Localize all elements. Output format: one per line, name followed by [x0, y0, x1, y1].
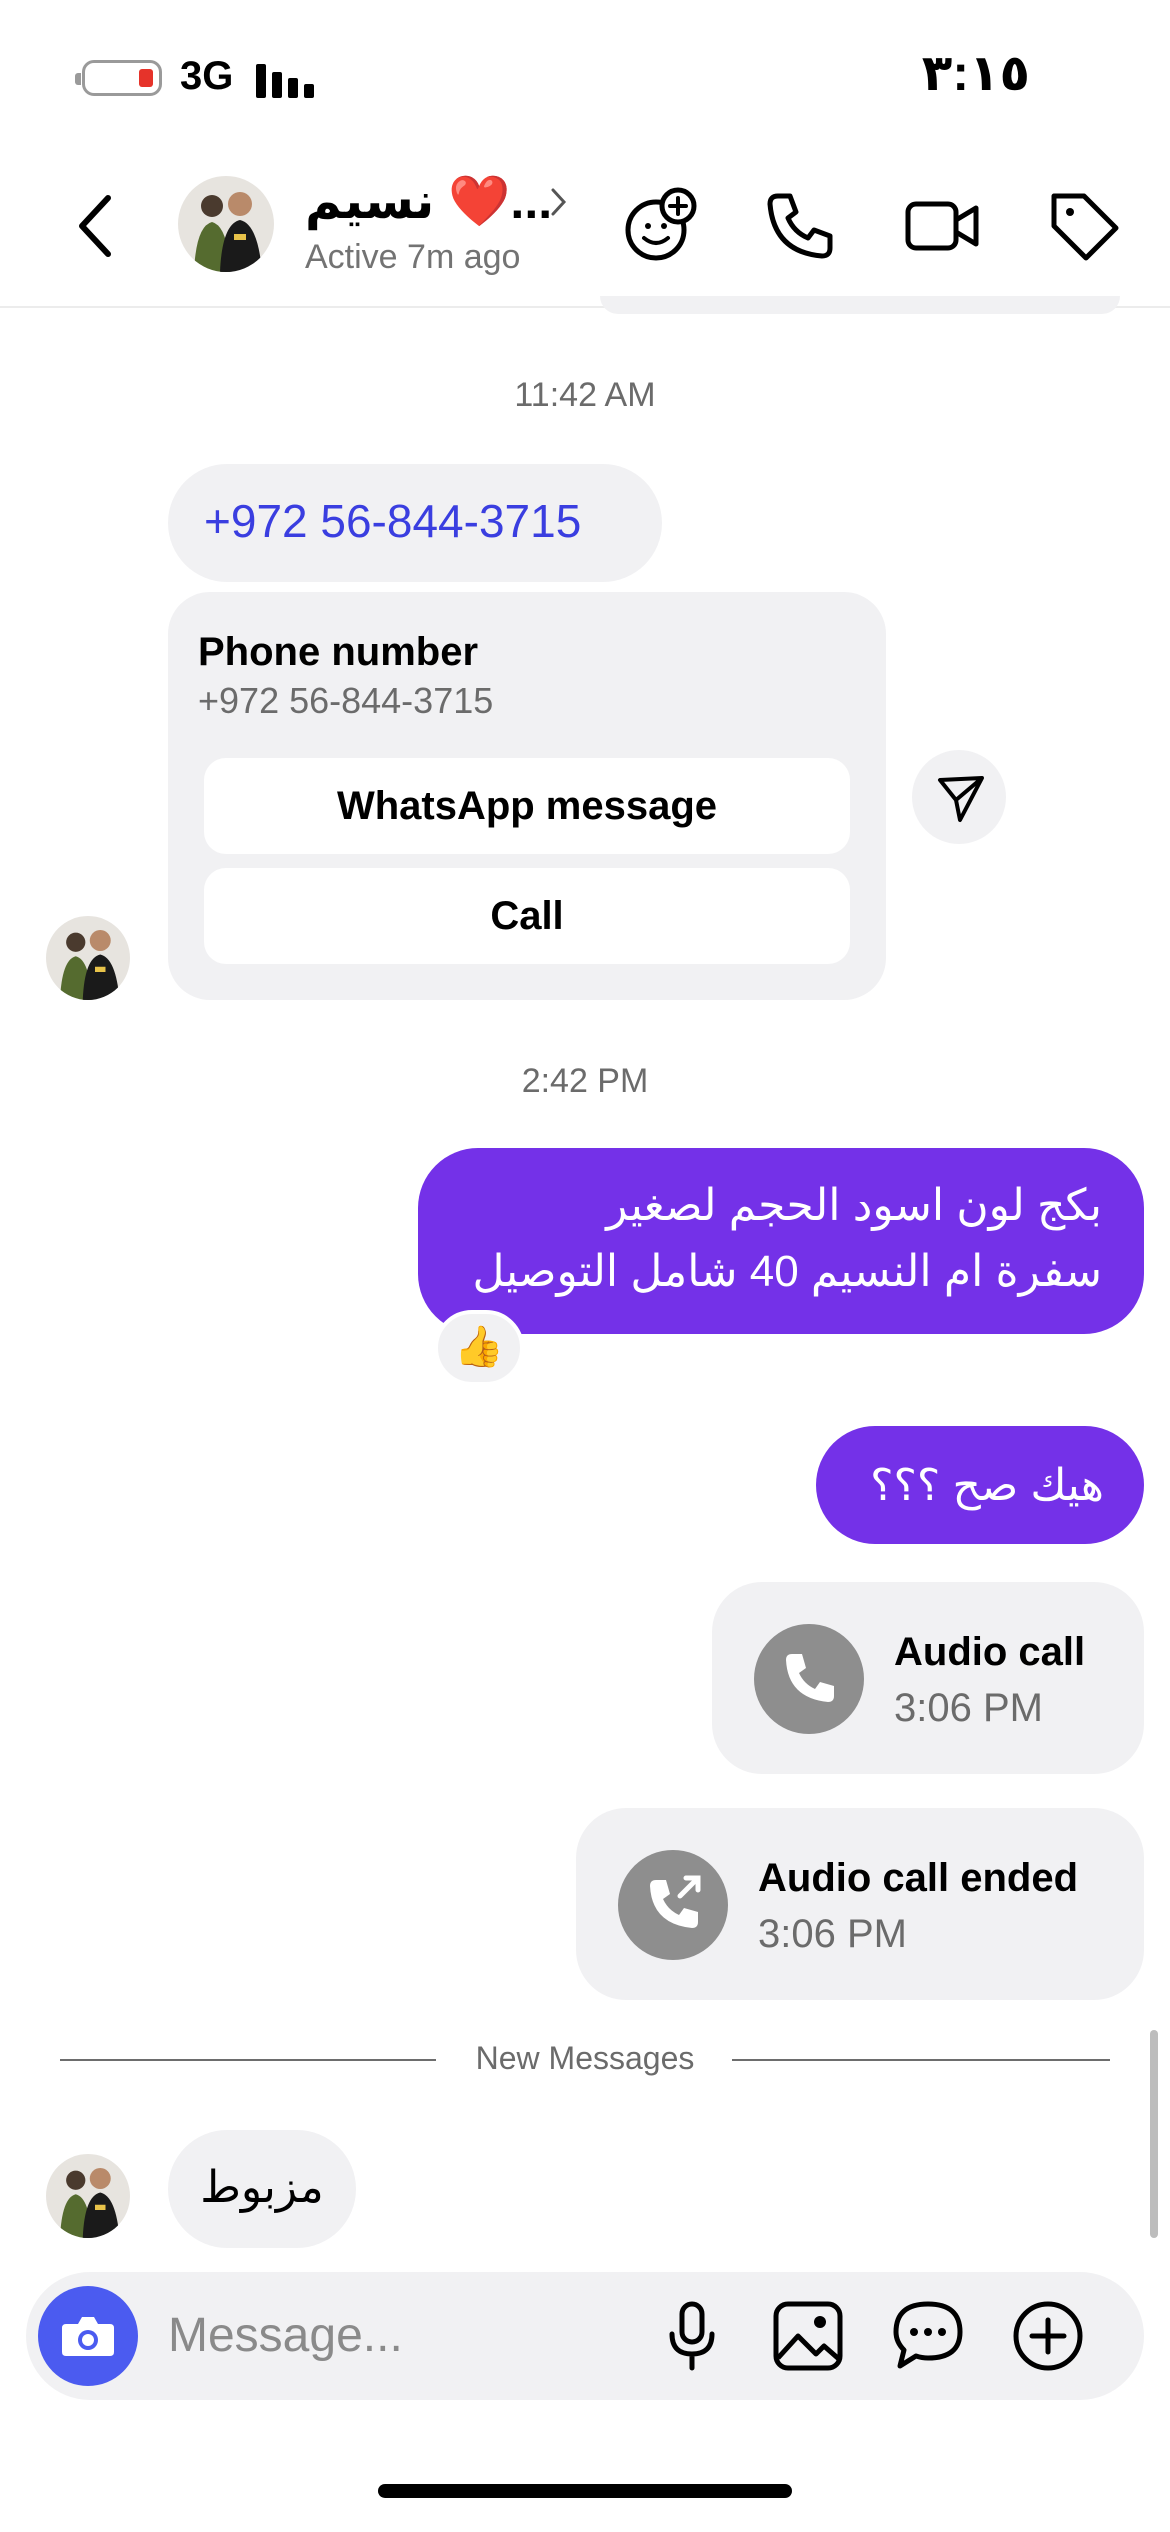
message-text: مزبوط [200, 2163, 324, 2212]
audio-call-message[interactable]: Audio call 3:06 PM [712, 1582, 1144, 1774]
call-label: Audio call [894, 1630, 1086, 1674]
share-icon[interactable] [912, 750, 1006, 844]
image-icon[interactable] [770, 2298, 846, 2374]
message-line: بكج لون اسود الحجم لصغير [606, 1181, 1102, 1230]
network-type: 3G [180, 54, 234, 98]
thumbs-up-reaction[interactable]: 👍 [434, 1310, 524, 1386]
message-text: هيك صح ؟؟؟ [870, 1461, 1104, 1510]
sender-avatar[interactable] [46, 2154, 130, 2238]
call-time: 3:06 PM [894, 1686, 1043, 1730]
microphone-icon[interactable] [654, 2298, 730, 2374]
signal-icon [256, 58, 316, 98]
call-button[interactable]: Call [204, 868, 850, 964]
audio-call-ended-message[interactable]: Audio call ended 3:06 PM [576, 1808, 1144, 2000]
camera-icon[interactable] [38, 2286, 138, 2386]
sender-avatar[interactable] [46, 916, 130, 1000]
sent-message[interactable]: هيك صح ؟؟؟ [816, 1426, 1144, 1544]
contact-name[interactable]: نسيم ❤️... [305, 172, 552, 231]
phone-number-card: Phone number +972 56-844-3715 WhatsApp m… [168, 592, 886, 1000]
card-subtitle: +972 56-844-3715 [198, 680, 494, 721]
home-indicator [378, 2484, 792, 2498]
phone-icon [754, 1624, 864, 1734]
message-input[interactable]: Message... [168, 2308, 403, 2363]
outgoing-call-icon [618, 1850, 728, 1960]
phone-icon[interactable] [760, 186, 840, 266]
received-message[interactable]: مزبوط [168, 2130, 356, 2248]
new-messages-divider: New Messages [60, 2040, 1110, 2080]
sent-message[interactable]: بكج لون اسود الحجم لصغير سفرة ام النسيم … [418, 1148, 1144, 1334]
timestamp: 2:42 PM [521, 1062, 649, 1100]
sticker-icon[interactable] [890, 2298, 966, 2374]
contact-avatar[interactable] [178, 176, 274, 272]
phone-number-message[interactable]: +972 56-844-3715 [168, 464, 662, 582]
message-line: سفرة ام النسيم 40 شامل التوصيل [472, 1247, 1103, 1296]
call-label: Audio call ended [758, 1856, 1079, 1900]
tag-icon[interactable] [1044, 186, 1124, 266]
status-bar: 3G ٣:١٥ [0, 0, 1170, 150]
new-messages-label: New Messages [475, 2040, 695, 2076]
status-time: ٣:١٥ [921, 45, 1030, 101]
timestamp: 11:42 AM [514, 376, 656, 414]
previous-message-edge [600, 296, 1120, 314]
chat-header: نسيم ❤️... Active 7m ago [0, 150, 1170, 308]
message-composer: Message... [26, 2272, 1144, 2400]
scrollbar[interactable] [1150, 2030, 1158, 2238]
back-chevron-icon[interactable] [70, 190, 120, 262]
plus-icon[interactable] [1010, 2298, 1086, 2374]
active-status: Active 7m ago [305, 238, 521, 276]
video-camera-icon[interactable] [902, 186, 982, 266]
card-title: Phone number [198, 630, 479, 674]
phone-number-link[interactable]: +972 56-844-3715 [204, 494, 581, 548]
battery-icon [75, 60, 162, 96]
call-time: 3:06 PM [758, 1912, 907, 1956]
chevron-right-icon[interactable] [548, 182, 570, 222]
whatsapp-message-button[interactable]: WhatsApp message [204, 758, 850, 854]
add-friend-icon[interactable] [622, 186, 702, 266]
